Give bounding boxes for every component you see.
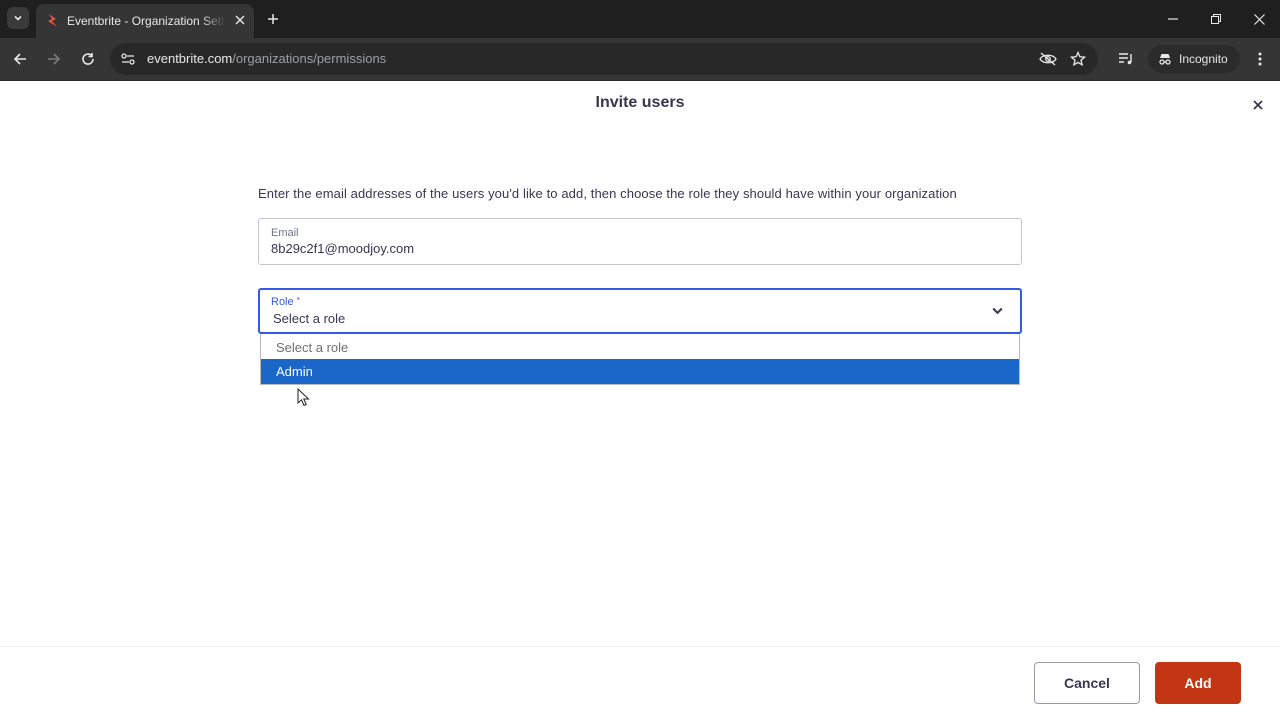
tab-search-button[interactable] bbox=[7, 7, 29, 29]
role-dropdown-list: Select a role Admin bbox=[260, 334, 1020, 385]
incognito-indicator[interactable]: Incognito bbox=[1148, 45, 1240, 73]
kebab-menu-icon bbox=[1258, 52, 1262, 66]
arrow-left-icon bbox=[13, 53, 26, 65]
url-text: eventbrite.com/organizations/permissions bbox=[147, 51, 386, 67]
role-select-value: Select a role bbox=[273, 311, 346, 326]
address-bar[interactable]: eventbrite.com/organizations/permissions bbox=[110, 43, 1098, 75]
email-field[interactable]: Email 8b29c2f1@moodjoy.com bbox=[258, 218, 1022, 265]
reload-button[interactable] bbox=[77, 48, 99, 70]
minimize-icon bbox=[1168, 18, 1178, 20]
browser-toolbar: eventbrite.com/organizations/permissions… bbox=[0, 38, 1280, 81]
url-host: eventbrite.com bbox=[147, 51, 233, 66]
close-icon bbox=[1253, 13, 1265, 25]
modal-close-button[interactable] bbox=[1249, 96, 1267, 114]
eye-slash-icon[interactable] bbox=[1039, 51, 1057, 67]
incognito-icon bbox=[1159, 54, 1171, 65]
role-field-label: Role * bbox=[271, 296, 300, 308]
close-window-button[interactable] bbox=[1249, 9, 1269, 29]
new-tab-button[interactable] bbox=[263, 9, 283, 29]
close-icon bbox=[1253, 100, 1263, 110]
role-option-select-a-role[interactable]: Select a role bbox=[261, 335, 1019, 360]
browser-menu-button[interactable] bbox=[1251, 50, 1269, 68]
cancel-button[interactable]: Cancel bbox=[1034, 662, 1140, 704]
role-label-text: Role bbox=[271, 296, 294, 308]
role-select[interactable]: Role * Select a role bbox=[258, 288, 1022, 334]
site-info-icon[interactable] bbox=[120, 51, 136, 67]
incognito-label: Incognito bbox=[1179, 52, 1228, 66]
forward-button[interactable] bbox=[43, 48, 65, 70]
restore-icon bbox=[1211, 14, 1221, 24]
tab-close-icon[interactable] bbox=[232, 12, 248, 28]
back-button[interactable] bbox=[9, 48, 31, 70]
role-required-mark: * bbox=[296, 296, 300, 305]
browser-tab-bar: Eventbrite - Organization Settings bbox=[0, 0, 1280, 38]
modal-title: Invite users bbox=[595, 94, 685, 111]
restore-window-button[interactable] bbox=[1206, 9, 1226, 29]
bookmark-star-icon[interactable] bbox=[1069, 51, 1087, 67]
eventbrite-favicon-icon bbox=[48, 14, 57, 27]
mouse-pointer-icon bbox=[297, 388, 310, 407]
reload-icon bbox=[82, 53, 94, 65]
url-path: /organizations/permissions bbox=[232, 51, 387, 66]
invite-instructions: Enter the email addresses of the users y… bbox=[258, 186, 957, 201]
media-controls-icon[interactable] bbox=[1117, 50, 1135, 68]
chevron-down-icon bbox=[14, 15, 22, 21]
modal-footer: Cancel Add bbox=[0, 646, 1280, 720]
browser-tab[interactable]: Eventbrite - Organization Settings bbox=[36, 4, 254, 38]
chevron-down-icon[interactable] bbox=[990, 306, 1004, 316]
email-field-label: Email bbox=[271, 227, 299, 239]
invite-users-modal: Invite users Enter the email addresses o… bbox=[0, 82, 1280, 720]
tab-title: Eventbrite - Organization Settings bbox=[67, 14, 225, 28]
role-option-admin[interactable]: Admin bbox=[261, 359, 1019, 384]
email-field-value[interactable]: 8b29c2f1@moodjoy.com bbox=[271, 241, 414, 256]
plus-icon bbox=[268, 14, 278, 24]
minimize-window-button[interactable] bbox=[1163, 9, 1183, 29]
arrow-right-icon bbox=[48, 53, 61, 65]
add-button[interactable]: Add bbox=[1155, 662, 1241, 704]
